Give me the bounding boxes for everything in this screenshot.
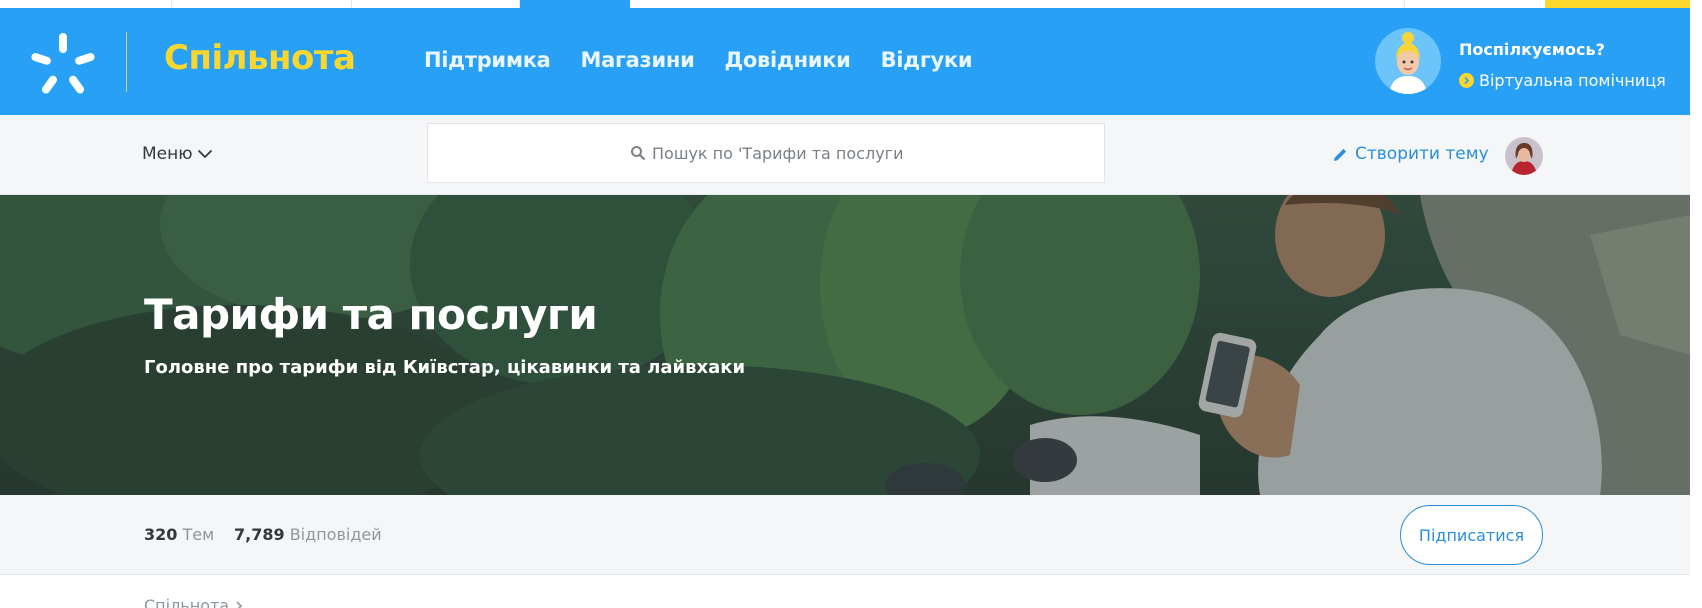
assistant-link[interactable]: Віртуальна помічниця bbox=[1459, 71, 1666, 90]
top-tab[interactable] bbox=[0, 0, 172, 8]
assistant-avatar[interactable] bbox=[1375, 28, 1441, 94]
hero-background-image bbox=[0, 195, 1690, 495]
create-topic-button[interactable]: Створити тему bbox=[1332, 144, 1489, 164]
subscribe-button[interactable]: Підписатися bbox=[1400, 505, 1543, 565]
search-icon bbox=[631, 146, 646, 161]
create-topic-label: Створити тему bbox=[1355, 144, 1489, 164]
site-header: Спільнота Підтримка Магазини Довідники В… bbox=[0, 8, 1690, 115]
main-nav: Підтримка Магазини Довідники Відгуки bbox=[424, 48, 973, 72]
nav-item-support[interactable]: Підтримка bbox=[424, 48, 551, 72]
sub-toolbar: Меню Створити тему bbox=[0, 115, 1690, 195]
assistant-link-label: Віртуальна помічниця bbox=[1479, 71, 1666, 90]
chevron-right-icon bbox=[236, 600, 243, 608]
window-edge bbox=[1690, 0, 1702, 608]
chevron-right-icon bbox=[1459, 73, 1474, 88]
replies-label: Відповідей bbox=[289, 525, 382, 544]
menu-button[interactable]: Меню bbox=[142, 144, 213, 164]
breadcrumb-item-community[interactable]: Спільнота bbox=[144, 596, 229, 608]
top-tab-strip bbox=[0, 0, 1690, 8]
breadcrumb: Спільнота bbox=[144, 596, 243, 608]
category-stats-bar: 320 Тем 7,789 Відповідей Підписатися bbox=[0, 495, 1690, 575]
pencil-icon bbox=[1334, 148, 1347, 161]
brand-name[interactable]: Спільнота bbox=[164, 38, 356, 78]
search-input[interactable] bbox=[652, 143, 902, 163]
category-subtitle: Головне про тарифи від Київстар, цікавин… bbox=[144, 357, 746, 378]
replies-count: 7,789 bbox=[234, 525, 285, 544]
nav-item-stores[interactable]: Магазини bbox=[581, 48, 695, 72]
topics-stat: 320 Тем bbox=[144, 525, 214, 544]
search-box[interactable] bbox=[427, 123, 1105, 183]
nav-item-reviews[interactable]: Відгуки bbox=[881, 48, 973, 72]
user-avatar[interactable] bbox=[1505, 137, 1543, 175]
kyivstar-logo-icon[interactable] bbox=[30, 30, 96, 96]
top-tab[interactable] bbox=[1265, 0, 1405, 8]
top-tab[interactable] bbox=[172, 0, 352, 8]
category-hero: Тарифи та послуги Головне про тарифи від… bbox=[0, 195, 1690, 495]
replies-stat: 7,789 Відповідей bbox=[234, 525, 382, 544]
menu-label: Меню bbox=[142, 144, 193, 164]
top-tab[interactable] bbox=[352, 0, 520, 8]
assistant-title[interactable]: Поспілкуємось? bbox=[1459, 40, 1605, 59]
topics-count: 320 bbox=[144, 525, 178, 544]
top-tab-active[interactable] bbox=[520, 0, 630, 8]
chevron-down-icon bbox=[197, 149, 212, 159]
category-title: Тарифи та послуги bbox=[144, 290, 598, 339]
nav-item-guides[interactable]: Довідники bbox=[725, 48, 851, 72]
top-tab-highlight[interactable] bbox=[1545, 0, 1690, 8]
logo-divider bbox=[126, 32, 127, 92]
topics-label: Тем bbox=[182, 525, 215, 544]
